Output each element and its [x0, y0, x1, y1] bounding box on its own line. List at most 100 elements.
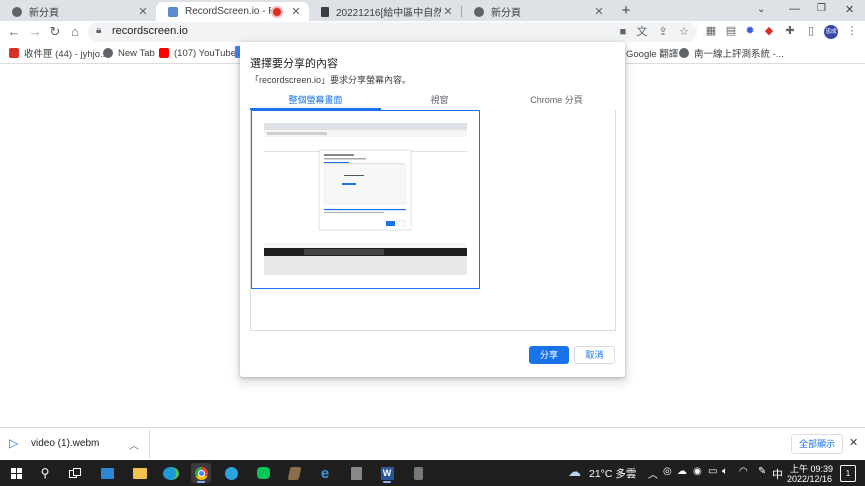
share-button[interactable]: 分享: [529, 346, 569, 364]
tab-window[interactable]: 視窗: [381, 93, 498, 109]
notification-icon[interactable]: 1: [840, 465, 856, 482]
task-view-icon[interactable]: [65, 463, 85, 483]
share-source-list: [250, 110, 616, 331]
extensions-puzzle-icon[interactable]: ✚: [783, 24, 797, 38]
reload-icon[interactable]: ↻: [47, 24, 63, 40]
new-tab-button[interactable]: +: [617, 2, 635, 20]
chrome-taskbar-icon[interactable]: [191, 463, 211, 483]
wifi-icon[interactable]: ◠: [739, 466, 748, 477]
restore-icon[interactable]: ❐: [817, 3, 826, 14]
tab-search-icon[interactable]: ⌄: [757, 4, 765, 15]
tray-status-icon[interactable]: ◉: [693, 466, 702, 477]
share-icon[interactable]: ⇪: [656, 25, 670, 39]
tab-entire-screen[interactable]: 整個螢幕畫面: [250, 93, 381, 109]
chrome-icon: [474, 6, 484, 17]
recordscreen-favicon-icon: [168, 6, 178, 17]
tab-title: RecordScreen.io - Record y: [185, 6, 271, 17]
lock-icon[interactable]: 🔒︎: [96, 25, 101, 36]
forward-icon[interactable]: →: [27, 24, 43, 40]
back-icon[interactable]: ←: [6, 24, 22, 40]
bookmark-label: (107) YouTube: [174, 47, 236, 59]
close-shelf-icon[interactable]: ✕: [849, 436, 858, 449]
close-icon[interactable]: ✕: [441, 5, 455, 18]
tray-app-icon[interactable]: ◎: [663, 466, 672, 477]
bookmark-youtube[interactable]: (107) YouTube: [159, 46, 236, 60]
screen-preview: [264, 123, 467, 275]
extension-shield-icon[interactable]: ◆: [762, 24, 776, 38]
tab-chrome-tab[interactable]: Chrome 分頁: [498, 93, 615, 109]
bookmark-gmail[interactable]: 收件匣 (44) - jyhjo...: [9, 46, 108, 60]
bookmark-new-tab[interactable]: New Tab: [103, 46, 155, 60]
download-shelf: ▷ video (1).webm ︿ 全部顯示 ✕: [0, 427, 865, 461]
tab-title: 新分頁: [491, 8, 521, 19]
app-feather-icon[interactable]: [284, 463, 304, 483]
battery-icon[interactable]: ▭: [708, 466, 717, 477]
youtube-icon: [159, 48, 169, 58]
dialog-subtitle: 「recordscreen.io」要求分享螢幕內容。: [250, 75, 412, 85]
pen-icon[interactable]: ✎: [758, 466, 766, 477]
screen-thumbnail-option[interactable]: [251, 110, 480, 289]
tab-video-doc[interactable]: 20221216[給中區中自然觀察影片 ✕: [309, 2, 461, 21]
globe-icon: [103, 48, 113, 58]
minimize-icon[interactable]: —: [789, 3, 800, 15]
calculator-icon[interactable]: [346, 463, 366, 483]
tab-recordscreen[interactable]: RecordScreen.io - Record y ✕: [156, 2, 309, 21]
home-icon[interactable]: ⌂: [67, 24, 83, 40]
url-text[interactable]: recordscreen.io: [112, 25, 188, 37]
side-panel-icon[interactable]: ▯: [804, 24, 818, 38]
chevron-up-icon[interactable]: ︿: [129, 437, 139, 452]
bookmark-label: 收件匣 (44) - jyhjo...: [24, 49, 108, 60]
close-window-icon[interactable]: ✕: [845, 3, 854, 16]
show-all-button[interactable]: 全部顯示: [791, 434, 843, 454]
word-icon[interactable]: W: [377, 463, 397, 483]
share-screen-dialog: 選擇要分享的內容 「recordscreen.io」要求分享螢幕內容。 整個螢幕…: [240, 42, 625, 377]
tray-chevron-icon[interactable]: ︿: [648, 466, 658, 481]
cancel-button[interactable]: 取消: [574, 346, 615, 364]
profile-avatar[interactable]: 忠成: [824, 25, 838, 39]
weather-text[interactable]: 21°C 多雲: [589, 466, 636, 481]
address-bar[interactable]: 🔒︎ recordscreen.io ■ 文 ⇪ ☆: [88, 22, 697, 42]
internet-explorer-icon[interactable]: e: [315, 463, 335, 483]
file-explorer-icon[interactable]: [130, 463, 150, 483]
document-icon: [321, 6, 329, 17]
bookmark-label: Google 翻譯: [626, 49, 679, 60]
bookmark-google-translate[interactable]: Google 翻譯: [626, 46, 678, 60]
globe-icon: [679, 48, 689, 58]
dialog-title: 選擇要分享的內容: [250, 58, 338, 70]
menu-kebab-icon[interactable]: ⋮: [845, 24, 859, 38]
close-icon[interactable]: ✕: [592, 5, 606, 18]
close-icon[interactable]: ✕: [136, 5, 150, 18]
bookmark-nani-assessment[interactable]: 南一線上評測系統 -...: [679, 46, 784, 60]
clock-date[interactable]: 2022/12/16: [787, 474, 832, 484]
gmail-icon: [9, 48, 19, 58]
tab-new-tab-2[interactable]: 新分頁 ✕: [462, 2, 612, 21]
ime-indicator[interactable]: 中: [772, 466, 783, 482]
extension-gear-icon[interactable]: ✹: [743, 24, 757, 38]
edge-icon[interactable]: [161, 463, 181, 483]
camera-icon[interactable]: ■: [616, 25, 630, 39]
extension-clapper-icon[interactable]: ▤: [724, 24, 738, 38]
close-icon[interactable]: ✕: [289, 5, 303, 18]
line-icon[interactable]: [253, 463, 273, 483]
tab-title: 20221216[給中區中自然觀察影片: [336, 8, 441, 19]
extension-grid-icon[interactable]: ▦: [704, 24, 718, 38]
weather-cloud-icon[interactable]: ☁: [568, 464, 581, 480]
download-divider: [149, 430, 150, 458]
chrome-icon: [12, 6, 22, 17]
onedrive-icon[interactable]: ☁: [677, 466, 687, 477]
windows-start-icon[interactable]: [6, 463, 26, 483]
bookmark-label: 南一線上評測系統 -...: [694, 49, 784, 60]
browser-toolbar: ← → ↻ ⌂ 🔒︎ recordscreen.io ■ 文 ⇪ ☆ ▦ ▤ ✹…: [0, 21, 865, 43]
speaker-icon[interactable]: 🔈︎: [722, 466, 728, 477]
download-filename[interactable]: video (1).webm: [31, 438, 99, 449]
bookmark-star-icon[interactable]: ☆: [677, 25, 691, 39]
store-icon[interactable]: [97, 463, 117, 483]
app-device-icon[interactable]: [408, 463, 428, 483]
tab-new-tab-1[interactable]: 新分頁 ✕: [0, 2, 156, 21]
screen-preview-image: [264, 123, 467, 275]
translate-icon[interactable]: 文: [635, 25, 649, 39]
tab-strip: 新分頁 ✕ RecordScreen.io - Record y ✕ 20221…: [0, 0, 865, 21]
bookmark-label: New Tab: [118, 47, 155, 59]
search-icon[interactable]: ⚲: [35, 463, 55, 483]
telegram-icon[interactable]: [221, 463, 241, 483]
